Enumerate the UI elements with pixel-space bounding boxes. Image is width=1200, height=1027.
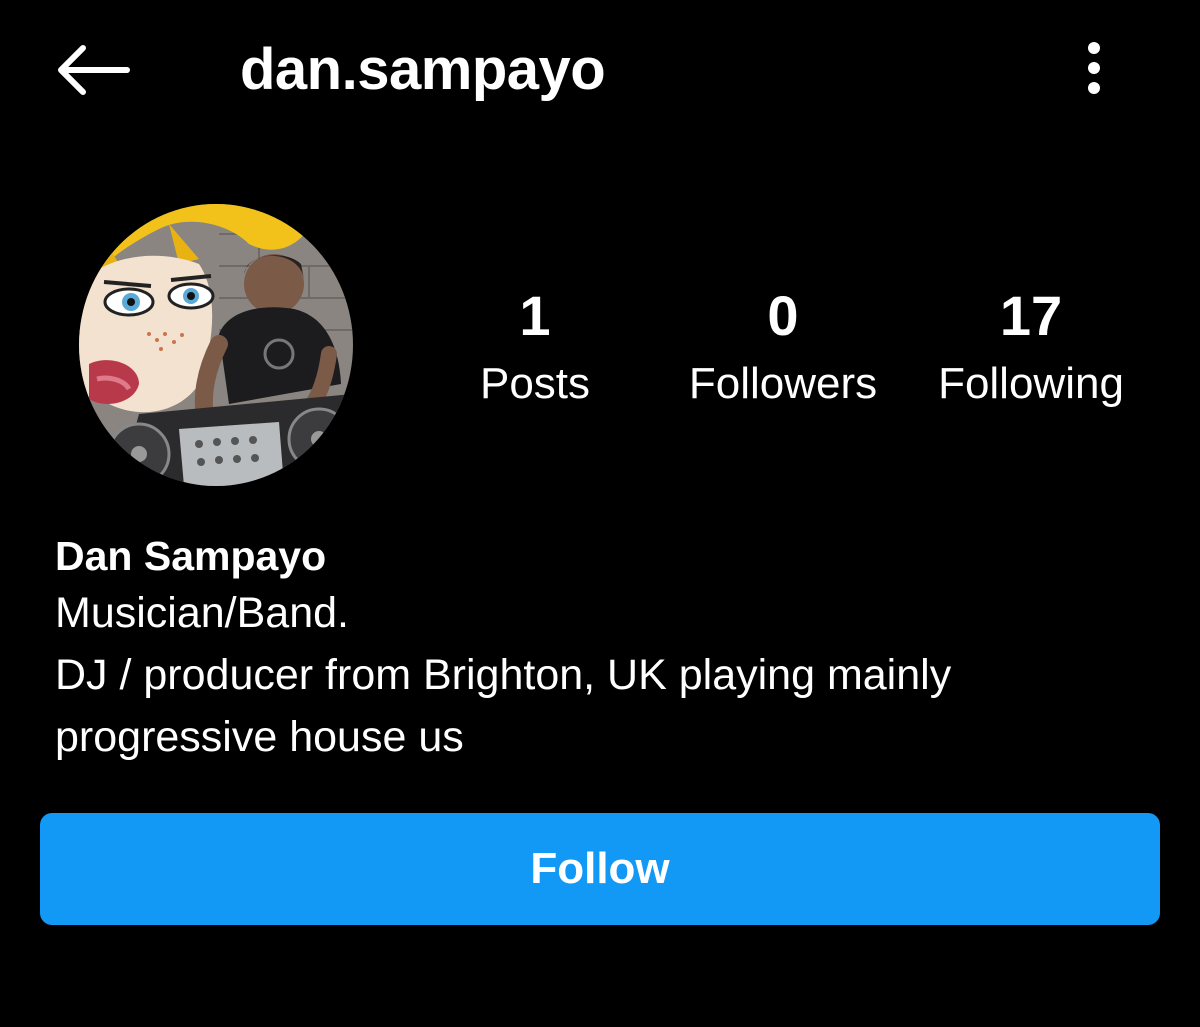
display-name: Dan Sampayo [55,533,327,579]
bio-text: DJ / producer from Brighton, UK playing … [55,651,952,761]
posts-stat[interactable]: 1 Posts [415,284,655,412]
top-bar: dan.sampayo [0,0,1200,140]
more-options-button[interactable] [1060,30,1128,106]
followers-count: 0 [767,284,799,347]
arrow-left-icon [58,45,130,95]
vertical-ellipsis-icon [1088,42,1100,94]
following-count: 17 [999,284,1063,347]
profile-category: Musician/Band. [55,589,349,637]
following-stat[interactable]: 17 Following [911,284,1151,412]
profile-bio-section: Dan Sampayo Musician/Band. DJ / producer… [55,530,1155,768]
back-button[interactable] [40,30,144,110]
followers-stat[interactable]: 0 Followers [663,284,903,412]
profile-username: dan.sampayo [240,37,606,102]
following-label: Following [938,359,1124,408]
profile-avatar[interactable] [79,204,353,486]
posts-count: 1 [519,284,551,347]
followers-label: Followers [688,359,878,408]
follow-button[interactable]: Follow [40,813,1160,925]
posts-label: Posts [479,359,591,408]
profile-photo [79,204,353,486]
